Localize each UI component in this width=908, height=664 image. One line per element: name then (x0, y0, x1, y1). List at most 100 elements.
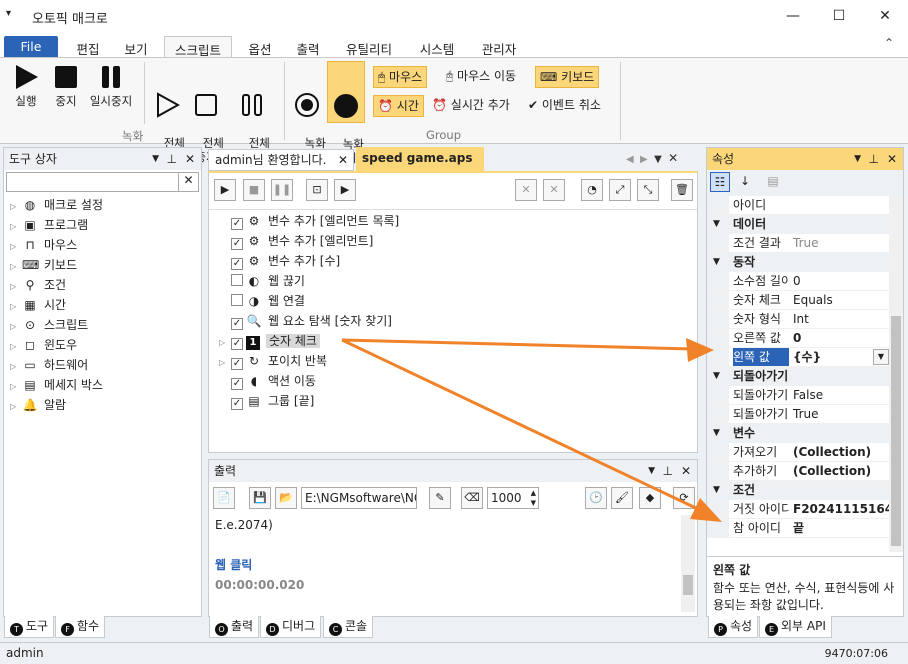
clock-button[interactable]: 🕑 (585, 487, 607, 509)
run-button[interactable]: 실행 (8, 64, 44, 108)
property-value[interactable]: Int (793, 310, 809, 328)
dropdown-icon[interactable]: ▼ (873, 349, 889, 365)
editor-step-button[interactable]: ⊡ (306, 179, 328, 201)
editor-stop-button[interactable]: ■ (243, 179, 265, 201)
toolbox-search[interactable]: ✕ (6, 172, 199, 192)
property-value[interactable]: True (793, 234, 819, 252)
expand-icon[interactable]: ▷ (10, 237, 22, 257)
property-pages-icon[interactable]: ▤ (763, 172, 783, 192)
property-scrollbar[interactable] (889, 196, 903, 552)
clear-format-button[interactable]: ✎ (429, 487, 451, 509)
script-node[interactable]: ✓ ⚙ 변수 추가 [엘리먼트 목록] (219, 211, 689, 231)
toolbox-item[interactable]: ▷ ⌨ 키보드 (10, 255, 200, 275)
toolbox-item[interactable]: ▷ ◍ 매크로 설정 (10, 195, 200, 215)
new-log-button[interactable]: 📄 (213, 487, 235, 509)
pin-icon[interactable]: ⊥ (869, 148, 879, 170)
toolbox-search-input[interactable] (7, 173, 177, 191)
node-checkbox[interactable] (231, 274, 243, 286)
pin-icon[interactable]: ⊥ (167, 148, 177, 170)
scroll-thumb[interactable] (683, 575, 693, 595)
toolbox-item[interactable]: ▷ ▤ 메세지 박스 (10, 375, 200, 395)
property-value[interactable]: 끝 (793, 519, 804, 537)
toolbox-item[interactable]: ▷ ⊙ 스크립트 (10, 315, 200, 335)
property-category[interactable]: ▼ 되돌아가기 (707, 367, 889, 386)
close-button[interactable]: ✕ (862, 0, 908, 32)
property-row[interactable]: 숫자 체크 Equals (707, 291, 889, 310)
property-value[interactable]: (Collection) (793, 462, 871, 480)
collapse-icon[interactable]: ▼ (713, 481, 720, 500)
keyboard-toggle[interactable]: ⌨ 키보드 (535, 66, 600, 88)
property-value[interactable]: {수} (793, 348, 821, 366)
property-value[interactable]: 0 (793, 329, 801, 347)
tab-external-api[interactable]: E 외부 API (759, 616, 832, 638)
property-row[interactable]: 왼쪽 값 {수} ▼ (707, 348, 889, 367)
node-checkbox[interactable]: ✓ (231, 398, 243, 410)
minimize-button[interactable]: — (770, 0, 816, 32)
dropdown-icon[interactable]: ▼ (152, 148, 159, 170)
property-row[interactable]: 참 아이디 끝 (707, 519, 889, 538)
script-node[interactable]: ◑ 웹 연결 (219, 291, 689, 311)
categorized-icon[interactable]: ☷ (710, 172, 730, 192)
editor-disable-button[interactable]: ✕ (515, 179, 537, 201)
expand-icon[interactable]: ▷ (10, 277, 22, 297)
tab-output[interactable]: O 출력 (209, 616, 260, 638)
menu-admin[interactable]: 관리자 (472, 36, 526, 58)
panel-close-icon[interactable]: ✕ (887, 148, 897, 170)
script-node[interactable]: ✓ ⚙ 변수 추가 [수] (219, 251, 689, 271)
property-value[interactable]: 0 (793, 272, 801, 290)
property-row[interactable]: 되돌아가기 True (707, 405, 889, 424)
property-value[interactable]: False (793, 386, 823, 404)
tab-properties[interactable]: P 속성 (708, 616, 759, 638)
menu-options[interactable]: 옵션 (238, 36, 282, 58)
menu-output[interactable]: 출력 (286, 36, 330, 58)
node-checkbox[interactable]: ✓ (231, 338, 243, 350)
expand-icon[interactable]: ▷ (10, 217, 22, 237)
expand-icon[interactable]: ▷ (219, 353, 231, 373)
toolbox-item[interactable]: ▷ ◻ 윈도우 (10, 335, 200, 355)
toolbox-item[interactable]: ▷ 🔔 알람 (10, 395, 200, 415)
tab-debug[interactable]: D 디버그 (260, 616, 322, 638)
line-limit-stepper[interactable]: 1000 ▲ ▼ (487, 487, 539, 509)
tab-close-icon[interactable]: ✕ (338, 150, 348, 170)
script-node[interactable]: ◐ 웹 끊기 (219, 271, 689, 291)
tab-tools[interactable]: T 도구 (4, 616, 55, 638)
eraser-button[interactable]: ⌫ (461, 487, 483, 509)
scroll-thumb[interactable] (891, 316, 901, 546)
stop-button[interactable]: 중지 (48, 64, 84, 108)
property-row[interactable]: 가져오기 (Collection) (707, 443, 889, 462)
mouse-toggle[interactable]: 🖱 마우스 (373, 66, 428, 88)
tab-script[interactable]: speed game.aps (356, 147, 484, 171)
clear-search-icon[interactable]: ✕ (178, 173, 198, 191)
dropdown-icon[interactable]: ▼ (854, 148, 861, 170)
panel-close-icon[interactable]: ✕ (681, 460, 691, 482)
editor-refresh-button[interactable]: ◔ (581, 179, 603, 201)
system-menu-icon[interactable]: ▾ (6, 8, 11, 19)
editor-step-over-button[interactable]: ▶ (334, 179, 356, 201)
expand-icon[interactable]: ▷ (10, 197, 22, 217)
property-category[interactable]: ▼ 데이터 (707, 215, 889, 234)
toolbox-item[interactable]: ▷ ⊓ 마우스 (10, 235, 200, 255)
editor-delete-button[interactable]: 🗑 (671, 179, 693, 201)
node-checkbox[interactable]: ✓ (231, 358, 243, 370)
node-checkbox[interactable]: ✓ (231, 318, 243, 330)
node-checkbox[interactable] (231, 294, 243, 306)
property-row[interactable]: 숫자 형식 Int (707, 310, 889, 329)
menu-script[interactable]: 스크립트 (164, 36, 232, 58)
brush-button[interactable]: 🖌 (611, 487, 633, 509)
tab-functions[interactable]: F 함수 (55, 616, 106, 638)
expand-icon[interactable]: ▷ (10, 357, 22, 377)
menu-system[interactable]: 시스템 (410, 36, 464, 58)
collapse-icon[interactable]: ▼ (713, 253, 720, 272)
pause-button[interactable]: 일시중지 (86, 64, 136, 108)
output-scrollbar[interactable] (681, 515, 695, 612)
property-row[interactable]: 소수점 길이 0 (707, 272, 889, 291)
property-value[interactable]: F2024111516492 (793, 500, 889, 518)
script-node[interactable]: ▷ ✓ 1 숫자 체크 (219, 331, 689, 351)
tab-welcome[interactable]: admin님 환영합니다. ✕ (208, 149, 354, 171)
property-category[interactable]: ▼ 조건 (707, 481, 889, 500)
editor-expand-button[interactable]: ⤢ (609, 179, 631, 201)
stepper-arrows-icon[interactable]: ▲ ▼ (531, 488, 536, 508)
toolbox-item[interactable]: ▷ ⚲ 조건 (10, 275, 200, 295)
sort-alpha-icon[interactable]: ↓ (735, 172, 755, 192)
node-checkbox[interactable]: ✓ (231, 378, 243, 390)
